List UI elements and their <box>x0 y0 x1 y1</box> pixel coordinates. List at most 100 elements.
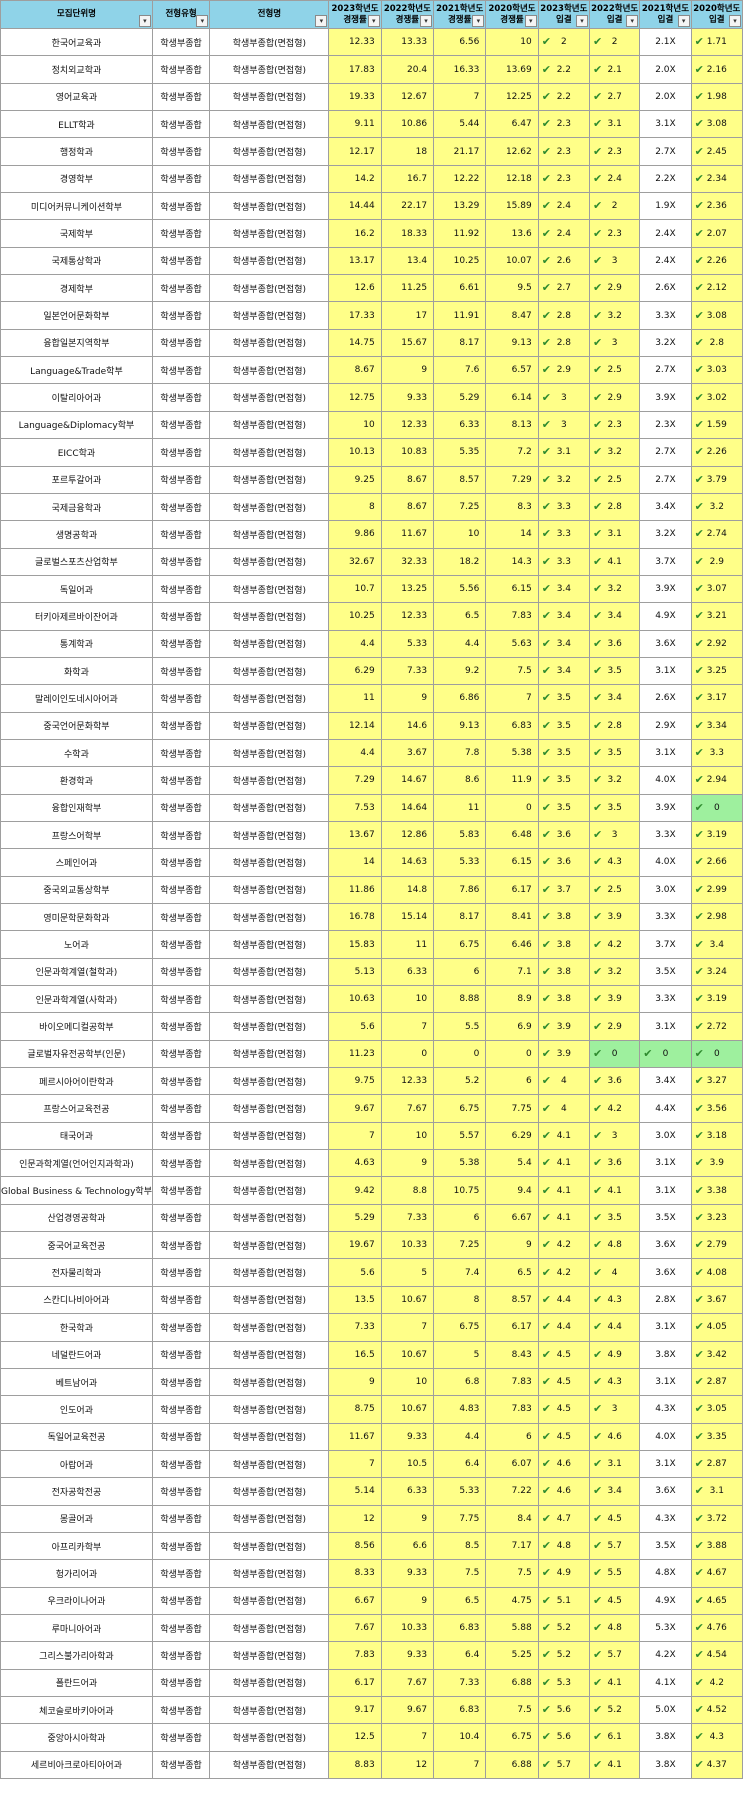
result-2022-cell[interactable]: ✔ 4.6 <box>589 1422 641 1451</box>
rate-2021-cell[interactable]: 16.33 <box>433 55 487 84</box>
rate-2022-cell[interactable]: 7.67 <box>380 1094 435 1123</box>
result-2022-cell[interactable]: ✔ 4.4 <box>589 1313 641 1342</box>
result-2020-cell[interactable]: ✔ 0 <box>690 1039 743 1069</box>
unit-name-cell[interactable]: 아랍어과 <box>0 1449 153 1479</box>
rate-2022-cell[interactable]: 10.33 <box>380 1231 435 1260</box>
rate-2022-cell[interactable]: 16.7 <box>380 164 435 194</box>
rate-2021-cell[interactable]: 12.22 <box>433 164 487 194</box>
rate-2021-cell[interactable]: 11.92 <box>433 219 487 248</box>
rate-2023-cell[interactable]: 17.33 <box>328 301 382 330</box>
admission-type-cell[interactable]: 학생부종합 <box>151 1149 211 1178</box>
rate-2022-cell[interactable]: 10.67 <box>380 1395 435 1424</box>
rate-2023-cell[interactable]: 12.5 <box>328 1723 382 1752</box>
rate-2020-cell[interactable]: 5.4 <box>485 1149 539 1178</box>
admission-name-cell[interactable]: 학생부종합(면접형) <box>209 1449 330 1479</box>
unit-name-cell[interactable]: 독일어교육전공 <box>0 1422 153 1451</box>
result-2022-cell[interactable]: ✔ 3.9 <box>589 985 641 1014</box>
admission-type-cell[interactable]: 학생부종합 <box>151 1531 211 1561</box>
result-2022-cell[interactable]: ✔ 4.2 <box>589 1094 641 1123</box>
unit-name-cell[interactable]: 네덜란드어과 <box>0 1340 153 1369</box>
result-2022-cell[interactable]: ✔ 3.4 <box>589 684 641 713</box>
rate-2022-cell[interactable]: 9 <box>380 1149 435 1178</box>
admission-name-cell[interactable]: 학생부종합(면접형) <box>209 219 330 248</box>
admission-type-cell[interactable]: 학생부종합 <box>151 192 211 221</box>
admission-type-cell[interactable]: 학생부종합 <box>151 438 211 467</box>
result-2023-cell[interactable]: ✔ 3.1 <box>537 438 591 467</box>
admission-type-cell[interactable]: 학생부종합 <box>151 82 211 112</box>
rate-2022-cell[interactable]: 10 <box>380 1367 435 1397</box>
result-2023-cell[interactable]: ✔ 4.4 <box>537 1313 591 1342</box>
admission-type-cell[interactable]: 학생부종합 <box>151 711 211 740</box>
rate-2020-cell[interactable]: 0 <box>485 1039 539 1069</box>
admission-name-cell[interactable]: 학생부종합(면접형) <box>209 684 330 713</box>
unit-name-cell[interactable]: 세르비아크로아티아어과 <box>0 1750 153 1780</box>
rate-2023-cell[interactable]: 15.83 <box>328 930 382 959</box>
rate-2021-cell[interactable]: 7.33 <box>433 1668 487 1697</box>
result-2023-cell[interactable]: ✔ 4.2 <box>537 1231 591 1260</box>
rate-2022-cell[interactable]: 10.86 <box>380 110 435 139</box>
rate-2023-cell[interactable]: 11.86 <box>328 875 382 905</box>
result-2021-cell[interactable]: 3.9X <box>639 574 692 604</box>
result-2021-cell[interactable]: 4.0X <box>639 848 692 877</box>
result-2022-cell[interactable]: ✔ 5.2 <box>589 1695 641 1725</box>
rate-2023-cell[interactable]: 8.67 <box>328 356 382 385</box>
rate-2022-cell[interactable]: 14.64 <box>380 793 435 822</box>
rate-2023-cell[interactable]: 9.67 <box>328 1094 382 1123</box>
admission-name-cell[interactable]: 학생부종합(면접형) <box>209 1340 330 1369</box>
admission-type-cell[interactable]: 학생부종합 <box>151 1067 211 1096</box>
result-2020-cell[interactable]: ✔ 3.88 <box>690 1531 743 1561</box>
result-2020-cell[interactable]: ✔ 3.19 <box>690 820 743 850</box>
unit-name-cell[interactable]: 헝가리어과 <box>0 1559 153 1588</box>
admission-type-cell[interactable]: 학생부종합 <box>151 1039 211 1069</box>
result-2022-cell[interactable]: ✔ 4.3 <box>589 848 641 877</box>
rate-2023-cell[interactable]: 10.7 <box>328 574 382 604</box>
rate-2020-cell[interactable]: 7.75 <box>485 1094 539 1123</box>
result-2022-cell[interactable]: ✔ 3.6 <box>589 629 641 658</box>
rate-2020-cell[interactable]: 13.69 <box>485 55 539 84</box>
rate-2021-cell[interactable]: 0 <box>433 1039 487 1069</box>
result-2022-cell[interactable]: ✔ 3.2 <box>589 957 641 987</box>
rate-2020-cell[interactable]: 12.25 <box>485 82 539 112</box>
result-2023-cell[interactable]: ✔ 2.4 <box>537 219 591 248</box>
admission-name-cell[interactable]: 학생부종합(면접형) <box>209 110 330 139</box>
rate-2021-cell[interactable]: 4.4 <box>433 1422 487 1451</box>
rate-2020-cell[interactable]: 7.5 <box>485 1559 539 1588</box>
rate-2021-cell[interactable]: 7.8 <box>433 738 487 768</box>
unit-name-cell[interactable]: 국제금융학과 <box>0 492 153 522</box>
rate-2023-cell[interactable]: 9.17 <box>328 1695 382 1725</box>
unit-name-cell[interactable]: 인도어과 <box>0 1395 153 1424</box>
admission-name-cell[interactable]: 학생부종합(면접형) <box>209 875 330 905</box>
rate-2021-cell[interactable]: 8 <box>433 1285 487 1315</box>
rate-2020-cell[interactable]: 8.43 <box>485 1340 539 1369</box>
rate-2020-cell[interactable]: 12.62 <box>485 137 539 166</box>
result-2020-cell[interactable]: ✔ 3.38 <box>690 1176 743 1205</box>
result-2021-cell[interactable]: 2.0X <box>639 55 692 84</box>
rate-2020-cell[interactable]: 7 <box>485 684 539 713</box>
result-2021-cell[interactable]: 3.6X <box>639 1258 692 1287</box>
result-2021-cell[interactable]: 4.1X <box>639 1668 692 1697</box>
rate-2020-cell[interactable]: 4.75 <box>485 1586 539 1615</box>
rate-2023-cell[interactable]: 12.17 <box>328 137 382 166</box>
result-2022-cell[interactable]: ✔ 2.9 <box>589 1012 641 1041</box>
result-2020-cell[interactable]: ✔ 2.36 <box>690 192 743 221</box>
result-2023-cell[interactable]: ✔ 2.6 <box>537 246 591 276</box>
rate-2021-cell[interactable]: 4.4 <box>433 629 487 658</box>
result-2021-cell[interactable]: 3.3X <box>639 902 692 932</box>
result-2020-cell[interactable]: ✔ 3.4 <box>690 930 743 959</box>
rate-2021-cell[interactable]: 5.33 <box>433 848 487 877</box>
result-2021-cell[interactable]: 4.3X <box>639 1395 692 1424</box>
rate-2023-cell[interactable]: 9 <box>328 1367 382 1397</box>
unit-name-cell[interactable]: Language&Trade학부 <box>0 356 153 385</box>
result-2020-cell[interactable]: ✔ 3.08 <box>690 301 743 330</box>
rate-2021-cell[interactable]: 5.44 <box>433 110 487 139</box>
result-2020-cell[interactable]: ✔ 3.42 <box>690 1340 743 1369</box>
admission-name-cell[interactable]: 학생부종합(면접형) <box>209 1586 330 1615</box>
rate-2021-cell[interactable]: 5.56 <box>433 574 487 604</box>
rate-2023-cell[interactable]: 7.67 <box>328 1613 382 1643</box>
filter-dropdown-icon[interactable]: ▾ <box>138 15 151 27</box>
rate-2020-cell[interactable]: 6.88 <box>485 1668 539 1697</box>
admission-type-cell[interactable]: 학생부종합 <box>151 1477 211 1506</box>
rate-2023-cell[interactable]: 13.67 <box>328 820 382 850</box>
admission-name-cell[interactable]: 학생부종합(면접형) <box>209 1258 330 1287</box>
rate-2021-cell[interactable]: 9.2 <box>433 656 487 686</box>
